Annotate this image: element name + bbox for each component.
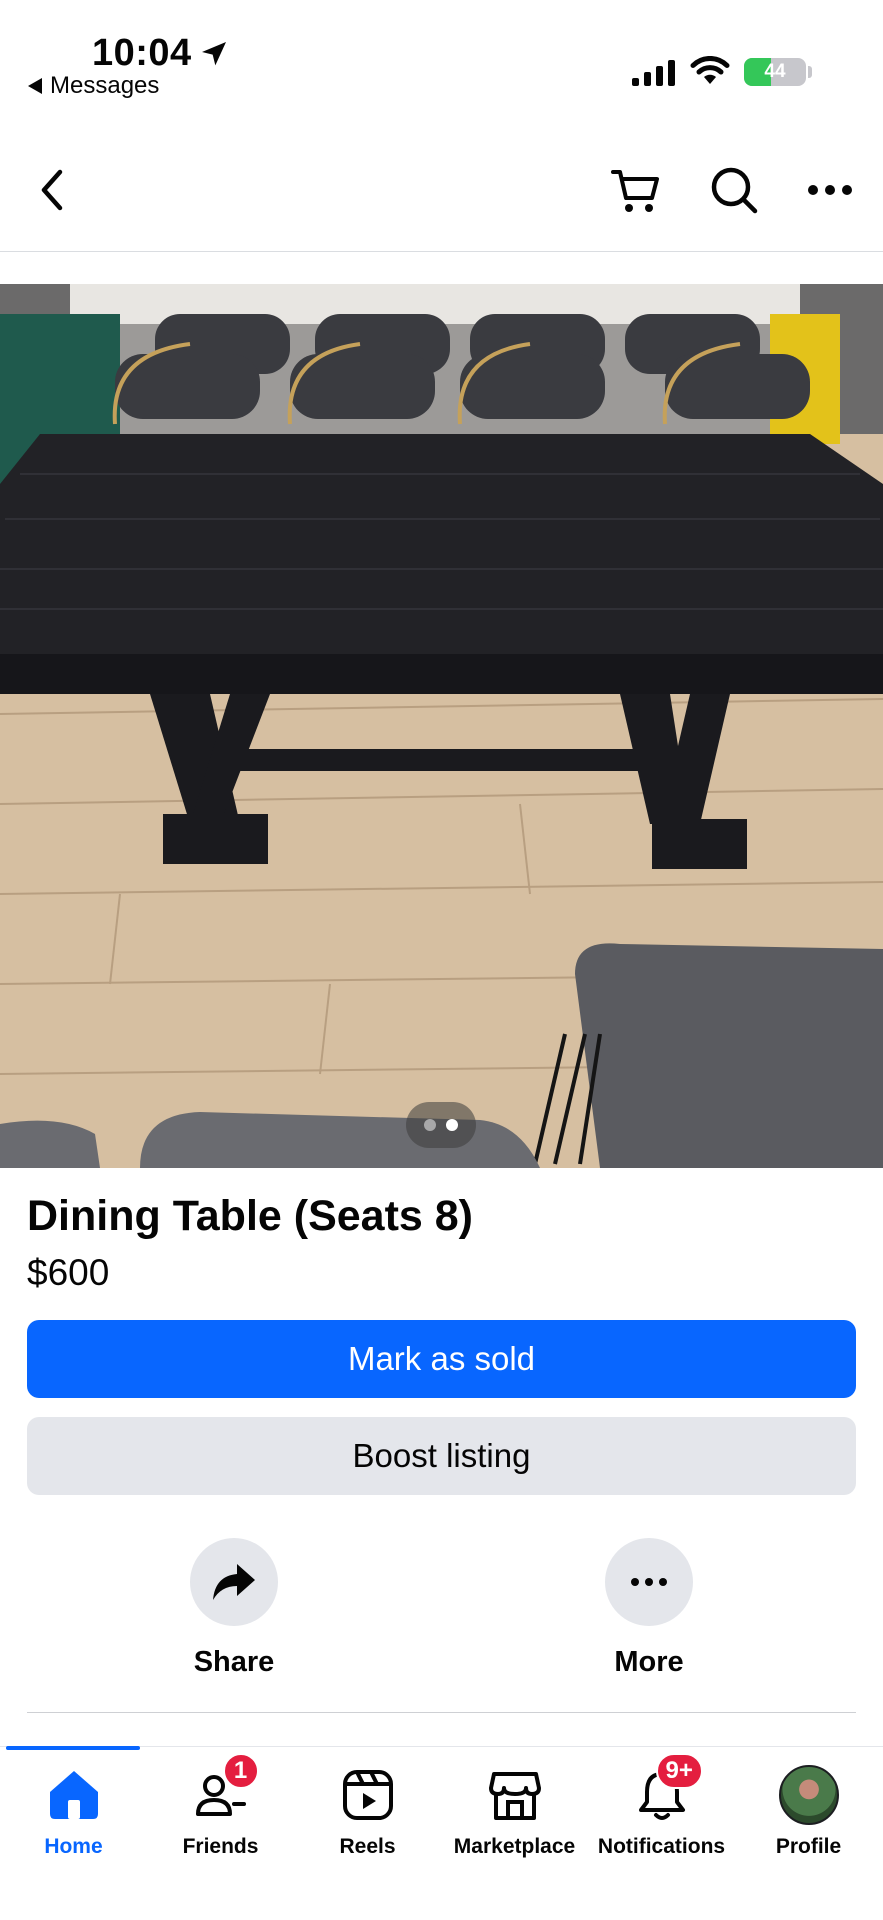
marketplace-icon [488, 1772, 541, 1820]
dining-table-photo [0, 284, 883, 1168]
chevron-left-icon [41, 169, 63, 211]
status-bar: 10:04 Messages 44 [0, 0, 883, 110]
battery-tip [808, 66, 812, 78]
more-button[interactable] [605, 1538, 693, 1626]
bell-icon-wrap: 9+ [632, 1753, 703, 1825]
cart-button[interactable] [606, 160, 666, 220]
nav-label-reels: Reels [339, 1835, 396, 1858]
share-label: Share [193, 1646, 275, 1678]
share-action[interactable]: Share [154, 1538, 314, 1679]
marketplace-icon-wrap [485, 1765, 545, 1825]
back-button[interactable] [22, 160, 82, 220]
search-button[interactable] [704, 160, 764, 220]
listing-price: $600 [27, 1252, 110, 1293]
notifications-badge: 9+ [655, 1753, 703, 1789]
reels-icon [342, 1770, 393, 1820]
boost-listing-button[interactable]: Boost listing [27, 1417, 856, 1495]
avatar-wrap [778, 1765, 839, 1825]
share-arrow-icon [213, 1564, 255, 1600]
nav-label-home: Home [44, 1835, 103, 1858]
wifi-icon [690, 56, 730, 84]
listing-title: Dining Table (Seats 8) [27, 1192, 473, 1240]
nav-profile[interactable]: Profile [735, 1765, 882, 1859]
search-icon [711, 167, 758, 214]
more-options-button[interactable] [800, 160, 860, 220]
back-triangle-icon [28, 78, 42, 94]
reels-icon-wrap [338, 1765, 398, 1825]
more-action[interactable]: More [569, 1538, 729, 1679]
nav-reels[interactable]: Reels [294, 1765, 441, 1859]
friends-icon-wrap: 1 [191, 1753, 259, 1825]
photo-dot-2[interactable] [446, 1119, 458, 1131]
nav-notifications[interactable]: 9+ Notifications [588, 1753, 735, 1859]
nav-home[interactable]: Home [0, 1765, 147, 1859]
listing-photo[interactable] [0, 284, 883, 1168]
app-header [0, 130, 883, 252]
photo-dot-1[interactable] [424, 1119, 436, 1131]
friends-badge: 1 [222, 1753, 259, 1789]
cart-icon [611, 170, 659, 212]
cellular-signal-icon [632, 60, 675, 86]
nav-friends[interactable]: 1 Friends [147, 1753, 294, 1859]
active-tab-indicator [6, 1746, 140, 1750]
battery-percent: 44 [764, 61, 786, 82]
back-to-app[interactable]: Messages [28, 72, 159, 100]
back-app-label: Messages [50, 72, 160, 99]
bottom-navigation: Home 1 Friends Reels Marketplace 9+ Noti… [0, 1746, 883, 1920]
more-label: More [614, 1646, 684, 1678]
home-icon-wrap [44, 1765, 104, 1825]
nav-label-marketplace: Marketplace [453, 1835, 576, 1858]
nav-label-profile: Profile [775, 1835, 842, 1858]
more-horizontal-icon [631, 1578, 667, 1586]
more-horizontal-icon [808, 185, 852, 195]
mark-as-sold-button[interactable]: Mark as sold [27, 1320, 856, 1398]
photo-page-indicator [406, 1102, 476, 1148]
nav-label-notifications: Notifications [597, 1835, 726, 1858]
status-time: 10:04 [92, 32, 192, 74]
avatar [778, 1765, 839, 1825]
battery-icon: 44 [744, 58, 806, 86]
location-arrow-icon [202, 42, 226, 66]
section-divider [27, 1712, 856, 1713]
nav-marketplace[interactable]: Marketplace [441, 1765, 588, 1859]
share-button[interactable] [190, 1538, 278, 1626]
nav-label-friends: Friends [182, 1835, 259, 1858]
home-icon [49, 1771, 98, 1819]
